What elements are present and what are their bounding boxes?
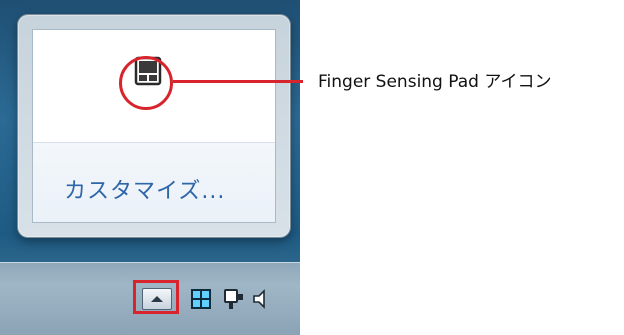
icon-highlight-circle: [119, 56, 173, 110]
up-arrow-icon: [151, 296, 163, 302]
speaker-icon[interactable]: [252, 288, 272, 310]
network-grid-icon[interactable]: [190, 288, 212, 310]
callout-line: [173, 80, 303, 83]
callout-label: Finger Sensing Pad アイコン: [318, 72, 552, 92]
power-plug-icon[interactable]: [222, 288, 244, 310]
notification-area-overflow-popup: カスタマイズ...: [17, 14, 291, 238]
customize-area: カスタマイズ...: [33, 143, 275, 222]
customize-link[interactable]: カスタマイズ...: [64, 173, 225, 205]
desktop-screenshot: カスタマイズ...: [0, 0, 300, 335]
show-hidden-icons-button[interactable]: [133, 280, 179, 314]
up-arrow-button-face: [142, 288, 172, 310]
